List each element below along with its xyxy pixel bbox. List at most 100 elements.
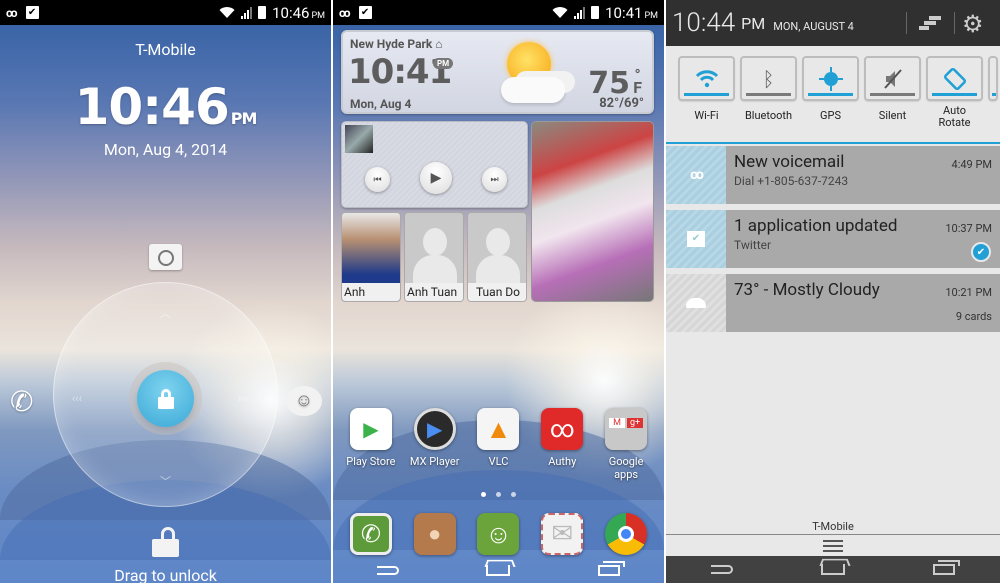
store-bag-icon: ✔ <box>25 6 39 19</box>
previous-track-button[interactable]: ⏮ <box>365 167 390 192</box>
toggle-silent[interactable]: Silent <box>864 56 921 129</box>
app-play-store[interactable]: ▶ Play Store <box>341 408 401 481</box>
navigation-bar <box>333 557 664 583</box>
lock-clock: 10:46 PM <box>74 78 258 136</box>
app-google-apps-folder[interactable]: M g+ Google apps <box>596 408 656 481</box>
shade-ampm: PM <box>741 13 766 33</box>
play-button[interactable]: ▶ <box>420 162 452 194</box>
contact-tile[interactable]: Anh <box>341 212 401 302</box>
notification-time: 10:21 PM <box>945 286 992 299</box>
notification-item[interactable]: oo New voicemail Dial +1-805-637-7243 4:… <box>666 146 1000 204</box>
toggle-more[interactable] <box>988 56 998 129</box>
clear-notifications-icon[interactable] <box>919 15 941 30</box>
shade-header: 10:44 PM MON, AUGUST 4 ⚙ <box>666 0 1000 46</box>
settings-gear-icon[interactable]: ⚙ <box>962 10 984 38</box>
toggle-label: Auto Rotate <box>938 104 971 129</box>
divider <box>954 12 955 34</box>
navigation-bar <box>666 556 1000 583</box>
back-icon <box>710 565 733 574</box>
recents-button[interactable] <box>594 560 625 577</box>
shade-drag-handle[interactable] <box>823 540 843 552</box>
shade-date: MON, AUGUST 4 <box>773 19 854 33</box>
notification-subtitle: Twitter <box>734 238 772 252</box>
store-bag-icon: ✔ <box>358 6 372 19</box>
toggle-wifi[interactable]: Wi-Fi <box>678 56 735 129</box>
contact-tile[interactable]: Tuan Do <box>467 212 527 302</box>
toggle-label: Wi-Fi <box>694 109 719 122</box>
hint-right-arrows: ››› <box>238 392 248 405</box>
back-button[interactable] <box>373 563 403 577</box>
notification-time: 4:49 PM <box>951 158 992 171</box>
toggle-indicator <box>932 93 977 96</box>
gmail-icon: M <box>609 417 626 428</box>
silent-icon <box>883 68 902 89</box>
home-button[interactable] <box>818 563 848 577</box>
photo-widget[interactable] <box>531 121 654 302</box>
phone-icon[interactable]: ✆ <box>349 513 392 555</box>
divider <box>906 12 907 34</box>
toggle-box <box>988 56 998 101</box>
signal-icon <box>241 6 253 19</box>
notification-item[interactable]: 73° - Mostly Cloudy 10:21 PM 9 cards <box>666 274 1000 332</box>
app-authy[interactable]: ∞ Authy <box>532 408 592 481</box>
vlc-icon: ▲ <box>477 408 520 450</box>
toggle-auto-rotate[interactable]: Auto Rotate <box>926 56 983 129</box>
page-dot[interactable] <box>481 492 486 497</box>
messaging-shortcut-icon[interactable]: ☺ <box>286 386 322 416</box>
lock-date: Mon, Aug 4, 2014 <box>103 140 228 159</box>
app-mx-player[interactable]: ▶ MX Player <box>405 408 465 481</box>
music-widget: ⏮ ▶ ⏭ <box>341 121 528 208</box>
app-vlc[interactable]: ▲ VLC <box>468 408 528 481</box>
voicemail-icon: oo <box>339 5 350 20</box>
home-screen: oo ✔ 10:41 PM New Hyde Park ⌂ 10:41 PM Mo… <box>333 0 664 583</box>
toggle-label: Silent <box>878 109 907 122</box>
messaging-icon[interactable]: ☺ <box>477 513 520 555</box>
shade-time: 10:44 <box>672 8 736 38</box>
lock-handle[interactable] <box>137 370 194 427</box>
contacts-icon[interactable]: ● <box>413 513 456 555</box>
home-icon: ⌂ <box>435 37 443 51</box>
hint-left-arrows: ‹‹‹ <box>72 392 82 405</box>
next-track-button[interactable]: ⏭ <box>482 167 507 192</box>
cloud-icon <box>501 77 565 103</box>
widget-date: Mon, Aug 4 <box>350 97 412 111</box>
phone-shortcut-icon[interactable]: ✆ <box>10 385 33 418</box>
toggle-box <box>864 56 921 101</box>
page-dot[interactable] <box>496 492 501 497</box>
voicemail-icon: oo <box>6 5 17 20</box>
recents-button[interactable] <box>929 560 961 577</box>
camera-shortcut-icon[interactable] <box>149 244 182 270</box>
chrome-icon[interactable] <box>605 513 648 555</box>
authy-icon: ∞ <box>541 408 584 450</box>
notification-body: 1 application updated Twitter 10:37 PM ✔ <box>726 210 1000 268</box>
page-dot[interactable] <box>511 492 516 497</box>
toggle-bluetooth[interactable]: ᛒ Bluetooth <box>740 56 797 129</box>
toggle-indicator <box>808 93 853 96</box>
wifi-icon <box>219 6 235 19</box>
contact-tile[interactable]: Anh Tuan <box>404 212 464 302</box>
voicemail-icon: oo <box>666 146 726 204</box>
lock-screen: oo ✔ 10:46 PM T-Mobile 10:46 PM Mon, Aug 4… <box>0 0 331 583</box>
cloud-icon <box>666 274 726 332</box>
dock: ✆ ● ☺ ✉ <box>333 513 664 555</box>
unlock-icon[interactable] <box>152 527 179 557</box>
app-grid: ▶ Play Store ▶ MX Player ▲ VLC ∞ Authy M… <box>333 408 664 481</box>
weather-clock-widget[interactable]: New Hyde Park ⌂ 10:41 PM Mon, Aug 4 75 °… <box>341 30 654 114</box>
auto-rotate-icon <box>943 67 966 90</box>
divider <box>666 534 1000 535</box>
home-icon <box>820 564 845 575</box>
back-button[interactable] <box>707 563 737 577</box>
notification-item[interactable]: ✔ 1 application updated Twitter 10:37 PM… <box>666 210 1000 268</box>
store-bag-icon: ✔ <box>666 210 726 268</box>
quick-settings: Wi-Fi ᛒ Bluetooth GPS Silent Auto Rotate <box>666 56 1000 129</box>
recents-icon <box>933 560 961 575</box>
album-art[interactable] <box>345 125 373 153</box>
toggle-label: GPS <box>820 109 841 122</box>
carrier-label: T-Mobile <box>812 520 854 533</box>
notification-time: 10:37 PM <box>945 222 992 235</box>
notification-shade: 10:44 PM MON, AUGUST 4 ⚙ Wi-Fi ᛒ Bluetoo… <box>666 0 1000 583</box>
notification-body: 73° - Mostly Cloudy 10:21 PM 9 cards <box>726 274 1000 332</box>
home-button[interactable] <box>483 563 513 577</box>
email-icon[interactable]: ✉ <box>541 513 584 555</box>
toggle-gps[interactable]: GPS <box>802 56 859 129</box>
